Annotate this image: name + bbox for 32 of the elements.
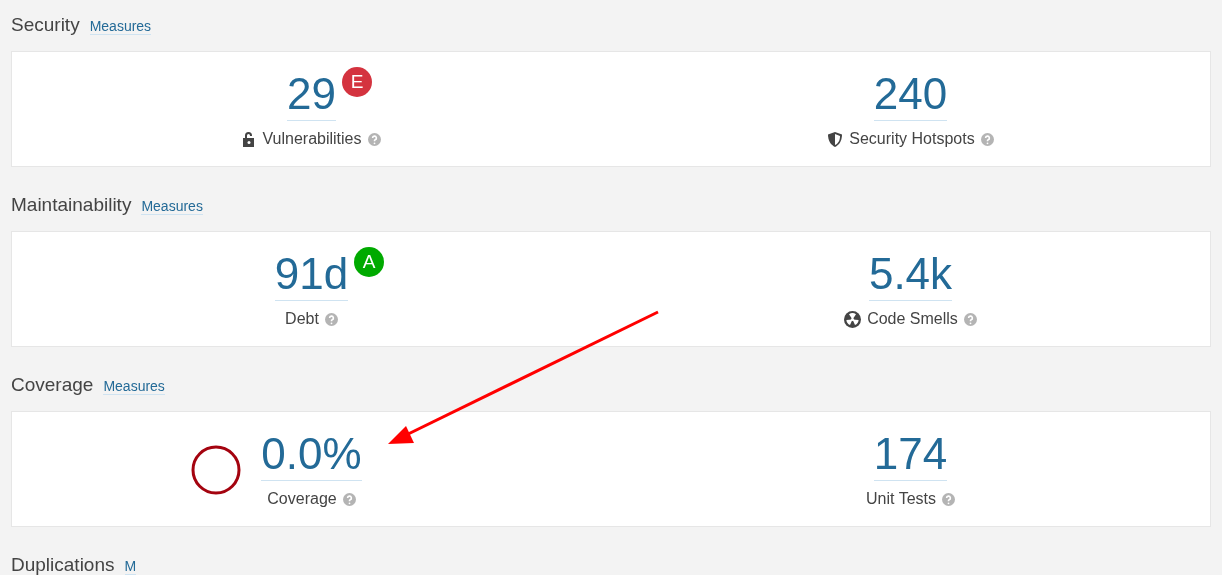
measures-link[interactable]: Measures <box>89 18 152 35</box>
help-icon[interactable] <box>324 312 338 326</box>
metric-label: Coverage <box>267 490 337 508</box>
metric-value[interactable]: 5.4k <box>868 249 953 301</box>
metric-label: Code Smells <box>867 310 958 328</box>
section-title: Coverage <box>11 374 94 396</box>
shield-icon <box>827 130 844 148</box>
metric-value[interactable]: 91d <box>274 249 349 301</box>
measures-link[interactable]: Measures <box>103 378 165 395</box>
help-icon[interactable] <box>367 132 381 146</box>
metric-value[interactable]: 240 <box>873 69 948 121</box>
metric-label: Debt <box>285 310 319 328</box>
help-icon[interactable] <box>980 132 994 146</box>
coverage-donut <box>191 445 242 495</box>
section-title: Duplications <box>11 554 115 575</box>
measures-link[interactable]: M <box>124 558 137 575</box>
metric-label: Unit Tests <box>866 490 936 508</box>
metric-value[interactable]: 174 <box>873 429 948 481</box>
help-icon[interactable] <box>342 492 356 506</box>
metric-label: Security Hotspots <box>849 130 975 148</box>
measures-link[interactable]: Measures <box>141 198 203 215</box>
help-icon[interactable] <box>941 492 955 506</box>
metric-value[interactable]: 29 <box>287 69 336 121</box>
unlocked-padlock-icon <box>242 130 257 148</box>
rating-badge: E <box>341 67 372 97</box>
rating-badge: A <box>354 247 385 277</box>
metric-label: Vulnerabilities <box>262 130 362 148</box>
metric-value[interactable]: 0.0% <box>261 429 362 481</box>
help-icon[interactable] <box>963 312 977 326</box>
radiation-icon <box>844 310 862 328</box>
section-title: Security <box>11 14 80 36</box>
section-title: Maintainability <box>11 194 132 216</box>
